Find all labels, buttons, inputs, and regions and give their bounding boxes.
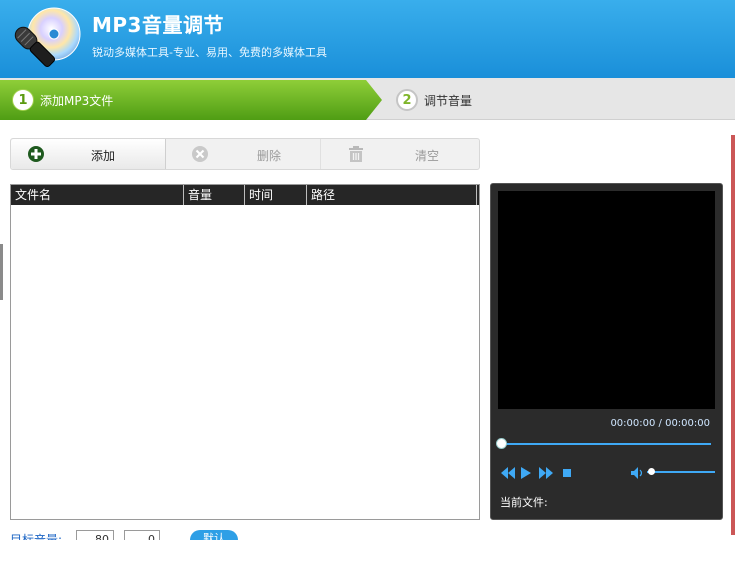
step-bar: 1 添加MP3文件 [0, 78, 735, 120]
column-time[interactable]: 时间 [245, 185, 307, 205]
play-icon[interactable] [521, 467, 531, 479]
delete-icon [192, 146, 208, 162]
file-toolbar: 添加 删除 清空 [10, 138, 480, 170]
file-list-header: 文件名 音量 时间 路径 [11, 185, 479, 205]
rewind-icon[interactable] [501, 467, 515, 479]
trash-icon [349, 146, 363, 162]
seek-handle[interactable] [496, 438, 507, 449]
delete-button[interactable]: 删除 [171, 139, 321, 169]
clear-button[interactable]: 清空 [325, 139, 480, 169]
delete-button-label: 删除 [257, 149, 282, 163]
left-edge-divider [0, 244, 3, 300]
step-add-mp3[interactable]: 1 添加MP3文件 [0, 80, 382, 120]
volume-handle[interactable] [648, 468, 655, 475]
add-icon [28, 146, 44, 162]
column-volume[interactable]: 音量 [184, 185, 245, 205]
volume-icon[interactable] [631, 467, 645, 479]
add-button-label: 添加 [91, 149, 116, 163]
column-path[interactable]: 路径 [307, 185, 477, 205]
target-volume-label: 目标音量: [10, 533, 63, 540]
clear-button-label: 清空 [415, 149, 440, 163]
app-header: MP3音量调节 锐动多媒体工具-专业、易用、免费的多媒体工具 [0, 0, 735, 78]
app-subtitle: 锐动多媒体工具-专业、易用、免费的多媒体工具 [92, 46, 327, 59]
fast-forward-icon[interactable] [539, 467, 553, 479]
current-file-label: 当前文件: [500, 496, 548, 509]
step-number-2: 2 [396, 89, 418, 111]
timecode: 00:00:00 / 00:00:00 [610, 418, 710, 429]
right-edge-bar [731, 135, 735, 535]
add-button[interactable]: 添加 [11, 139, 166, 169]
column-filename[interactable]: 文件名 [11, 185, 184, 205]
app-title: MP3音量调节 [92, 13, 224, 37]
target-volume-row: 目标音量: 80 0 默认 [0, 528, 735, 540]
file-list[interactable]: 文件名 音量 时间 路径 [10, 184, 480, 520]
volume-slider[interactable] [647, 471, 715, 473]
default-button[interactable]: 默认 [190, 530, 238, 540]
bottom-blank-area [0, 540, 735, 562]
cd-microphone-logo-icon [14, 7, 81, 68]
stop-icon[interactable] [562, 467, 572, 479]
step-label-2: 调节音量 [424, 94, 473, 108]
preview-player: 00:00:00 / 00:00:00 当前文件: [490, 183, 723, 520]
video-screen [498, 191, 715, 409]
step-label-1: 添加MP3文件 [40, 94, 114, 108]
step-number-1: 1 [12, 89, 34, 111]
volume-value-field[interactable]: 80 [76, 530, 114, 540]
second-value-field[interactable]: 0 [124, 530, 160, 540]
seek-bar[interactable] [499, 443, 711, 445]
